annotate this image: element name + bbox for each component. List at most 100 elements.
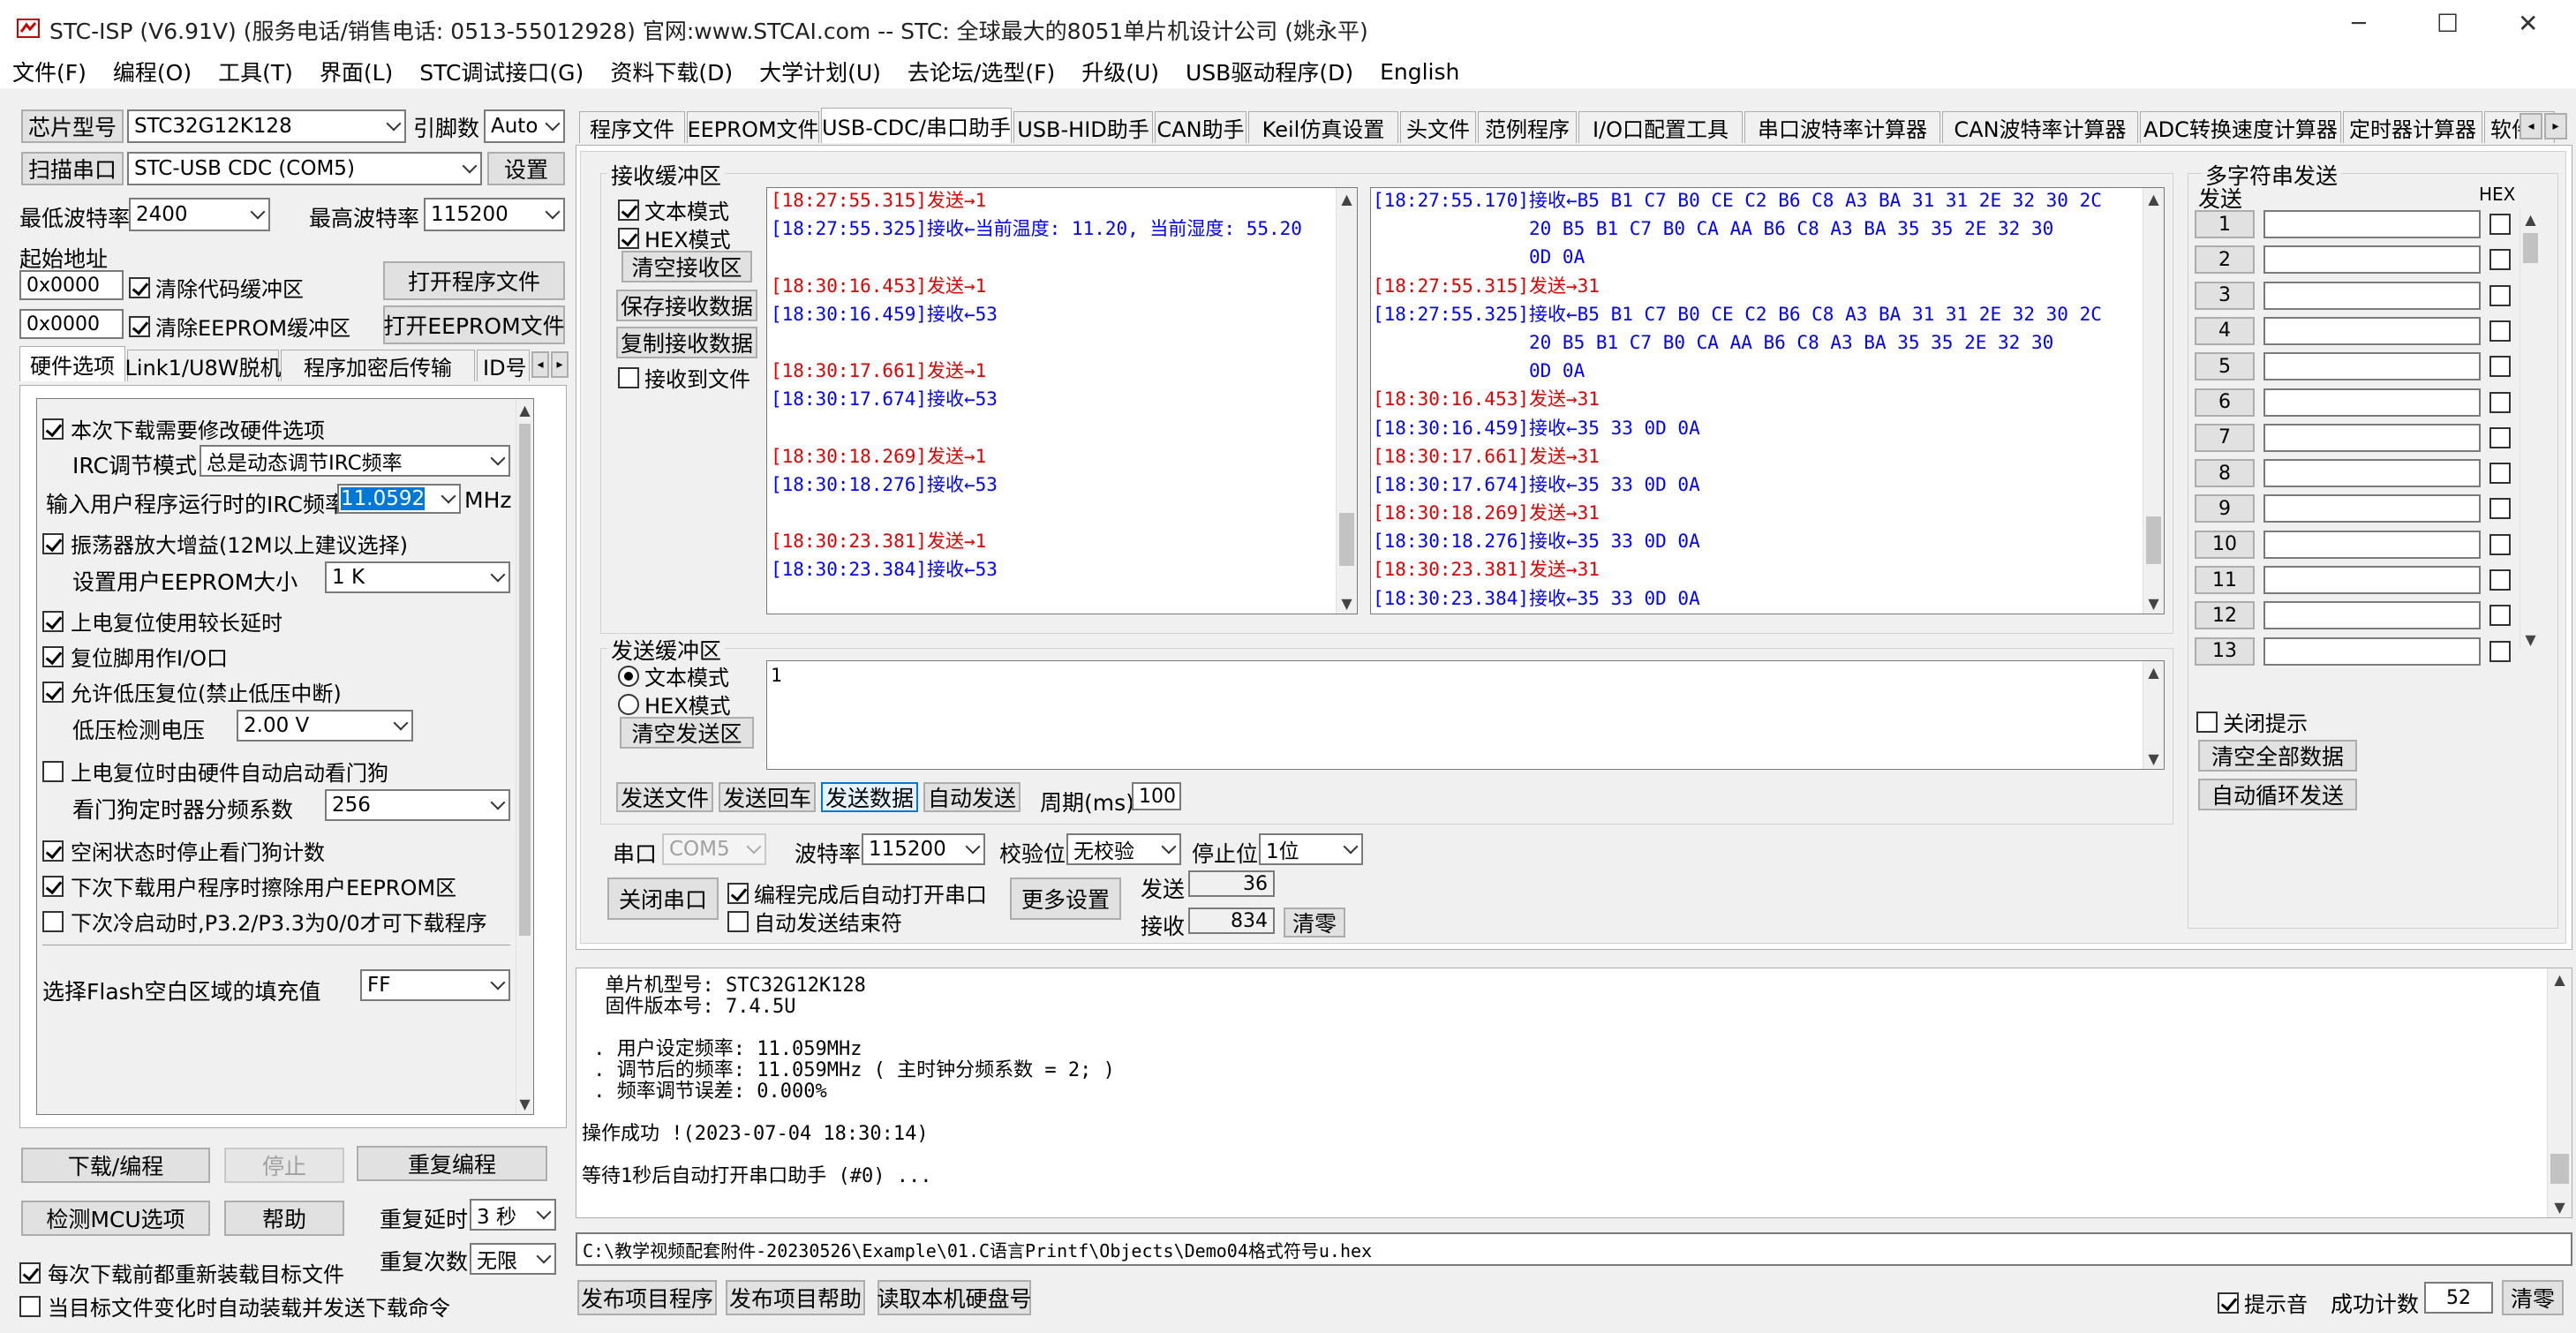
- opt-lv-reset[interactable]: 允许低压复位(禁止低压中断): [42, 676, 342, 707]
- menu-item-5[interactable]: 资料下载(D): [610, 56, 733, 87]
- max-baud-select[interactable]: 115200: [424, 198, 565, 231]
- main-tab-2[interactable]: USB-CDC/串口助手: [821, 108, 1012, 143]
- copy-recv-button[interactable]: 复制接收数据: [616, 327, 757, 358]
- multi-send-button-12[interactable]: 12: [2195, 601, 2255, 630]
- multi-hex-checkbox[interactable]: [2489, 249, 2511, 271]
- clear-send-button[interactable]: 清空发送区: [620, 717, 754, 749]
- multi-send-button-10[interactable]: 10: [2195, 530, 2255, 559]
- clear-code-check[interactable]: [129, 276, 150, 298]
- opt-idle-wdt[interactable]: 空闲状态时停止看门狗计数: [42, 835, 325, 866]
- open-program-button[interactable]: 打开程序文件: [383, 261, 565, 300]
- recv-to-file-checkbox[interactable]: 接收到文件: [618, 362, 750, 393]
- tab-scroll-right-icon[interactable]: ▸: [551, 351, 569, 378]
- menu-item-8[interactable]: 升级(U): [1081, 56, 1159, 87]
- close-tip-checkbox[interactable]: 关闭提示: [2196, 706, 2308, 737]
- clear-eeprom-checkbox[interactable]: 清除EEPROM缓冲区: [129, 311, 350, 342]
- parity-select[interactable]: 无校验: [1066, 833, 1181, 865]
- multi-send-button-9[interactable]: 9: [2195, 494, 2255, 523]
- tab-scroll-left-icon[interactable]: ◂: [531, 351, 549, 378]
- recv-text-mode[interactable]: 文本模式: [618, 194, 729, 225]
- auto-send-button[interactable]: 自动发送: [923, 782, 1021, 812]
- tab-encrypt[interactable]: 程序加密后传输: [281, 350, 475, 381]
- multi-send-button-7[interactable]: 7: [2195, 423, 2255, 452]
- multi-send-button-13[interactable]: 13: [2195, 636, 2255, 666]
- main-tab-1[interactable]: EEPROM文件: [687, 111, 819, 143]
- main-tab-9[interactable]: 串口波特率计算器: [1744, 111, 1940, 143]
- recv-text-scrollbar[interactable]: ▲ ▼: [1336, 188, 1357, 614]
- options-scrollbar[interactable]: ▲ ▼: [516, 399, 533, 1114]
- irc-freq-combo[interactable]: 11.0592: [337, 484, 461, 514]
- multi-send-button-3[interactable]: 3: [2195, 281, 2255, 310]
- chip-model-button[interactable]: 芯片型号: [21, 109, 124, 143]
- multi-hex-checkbox[interactable]: [2489, 391, 2511, 413]
- multi-hex-checkbox[interactable]: [2489, 284, 2511, 306]
- multi-send-input[interactable]: [2263, 494, 2481, 523]
- multi-send-input[interactable]: [2263, 352, 2481, 381]
- auto-send-download-checkbox[interactable]: 当目标文件变化时自动装载并发送下载命令: [19, 1291, 450, 1322]
- menu-item-6[interactable]: 大学计划(U): [759, 56, 881, 87]
- multi-hex-checkbox[interactable]: [2489, 640, 2511, 662]
- send-file-button[interactable]: 发送文件: [616, 782, 713, 812]
- tip-sound-checkbox[interactable]: 提示音: [2218, 1287, 2308, 1318]
- publish-program-button[interactable]: 发布项目程序: [577, 1280, 717, 1315]
- send-text-mode[interactable]: 文本模式: [618, 660, 729, 691]
- multi-send-input[interactable]: [2263, 459, 2481, 488]
- recv-text-area[interactable]: [18:27:55.315]发送→1 [18:27:55.325]接收←当前温度:…: [766, 187, 1358, 614]
- opt-p32-p33[interactable]: 下次冷启动时,P3.2/P3.3为0/0才可下载程序: [42, 906, 487, 937]
- send-echo-button[interactable]: 发送回车: [719, 782, 816, 812]
- main-tab-6[interactable]: 头文件: [1400, 111, 1476, 143]
- menu-item-3[interactable]: 界面(L): [320, 56, 393, 87]
- multi-send-input[interactable]: [2263, 601, 2481, 630]
- fill-select[interactable]: FF: [360, 969, 510, 1001]
- clear-eeprom-check[interactable]: [129, 315, 150, 337]
- wdt-select[interactable]: 256: [325, 789, 510, 821]
- opt-long-delay[interactable]: 上电复位使用较长延时: [42, 606, 282, 636]
- main-tab-11[interactable]: ADC转换速度计算器: [2140, 111, 2341, 143]
- auto-end-checkbox[interactable]: 自动发送结束符: [727, 906, 902, 937]
- multi-send-scrollbar[interactable]: ▲ ▼: [2520, 208, 2541, 650]
- multi-send-button-2[interactable]: 2: [2195, 245, 2255, 275]
- menu-item-4[interactable]: STC调试接口(G): [419, 56, 584, 87]
- main-tab-5[interactable]: Keil仿真设置: [1248, 111, 1398, 143]
- tab-link1[interactable]: Link1/U8W脱机: [124, 350, 282, 381]
- repeat-count-select[interactable]: 无限: [470, 1243, 556, 1275]
- stop-bits-select[interactable]: 1位: [1259, 833, 1363, 865]
- send-data-button[interactable]: 发送数据: [821, 782, 918, 812]
- minimize-button[interactable]: ─: [2352, 11, 2366, 37]
- code-address-input[interactable]: 0x0000: [19, 270, 124, 300]
- eeprom-size-select[interactable]: 1 K: [325, 561, 510, 593]
- multi-hex-checkbox[interactable]: [2489, 605, 2511, 627]
- main-tab-10[interactable]: CAN波特率计算器: [1942, 111, 2138, 143]
- baud-select[interactable]: 115200: [862, 833, 985, 865]
- min-baud-select[interactable]: 2400: [129, 198, 270, 231]
- settings-button[interactable]: 设置: [487, 152, 565, 185]
- multi-hex-checkbox[interactable]: [2489, 498, 2511, 520]
- main-tab-7[interactable]: 范例程序: [1478, 111, 1577, 143]
- multi-hex-checkbox[interactable]: [2489, 426, 2511, 448]
- send-scrollbar[interactable]: ▲ ▼: [2143, 661, 2164, 769]
- multi-send-input[interactable]: [2263, 423, 2481, 452]
- multi-hex-checkbox[interactable]: [2489, 569, 2511, 591]
- period-input[interactable]: 100: [1132, 782, 1181, 810]
- opt-reset-io[interactable]: 复位脚用作I/O口: [42, 641, 228, 672]
- scan-port-button[interactable]: 扫描串口: [21, 152, 124, 185]
- tab-hardware[interactable]: 硬件选项: [19, 346, 125, 381]
- multi-send-button-6[interactable]: 6: [2195, 388, 2255, 417]
- multi-send-input[interactable]: [2263, 281, 2481, 310]
- tab-id[interactable]: ID号: [477, 350, 530, 381]
- detect-mcu-button[interactable]: 检测MCU选项: [21, 1201, 210, 1236]
- menu-item-2[interactable]: 工具(T): [218, 56, 293, 87]
- menu-item-0[interactable]: 文件(F): [12, 56, 87, 87]
- open-eeprom-button[interactable]: 打开EEPROM文件: [383, 305, 565, 344]
- multi-hex-checkbox[interactable]: [2489, 320, 2511, 342]
- menu-item-10[interactable]: English: [1380, 59, 1459, 85]
- main-tab-12[interactable]: 定时器计算器: [2343, 111, 2482, 143]
- multi-send-button-4[interactable]: 4: [2195, 316, 2255, 345]
- multi-send-button-8[interactable]: 8: [2195, 459, 2255, 488]
- repeat-delay-select[interactable]: 3 秒: [470, 1199, 556, 1231]
- main-tab-scroll-left-icon[interactable]: ◂: [2520, 113, 2542, 139]
- read-disk-button[interactable]: 读取本机硬盘号: [877, 1280, 1032, 1315]
- chip-model-select[interactable]: STC32G12K128: [127, 109, 406, 143]
- multi-send-input[interactable]: [2263, 316, 2481, 345]
- multi-send-input[interactable]: [2263, 388, 2481, 417]
